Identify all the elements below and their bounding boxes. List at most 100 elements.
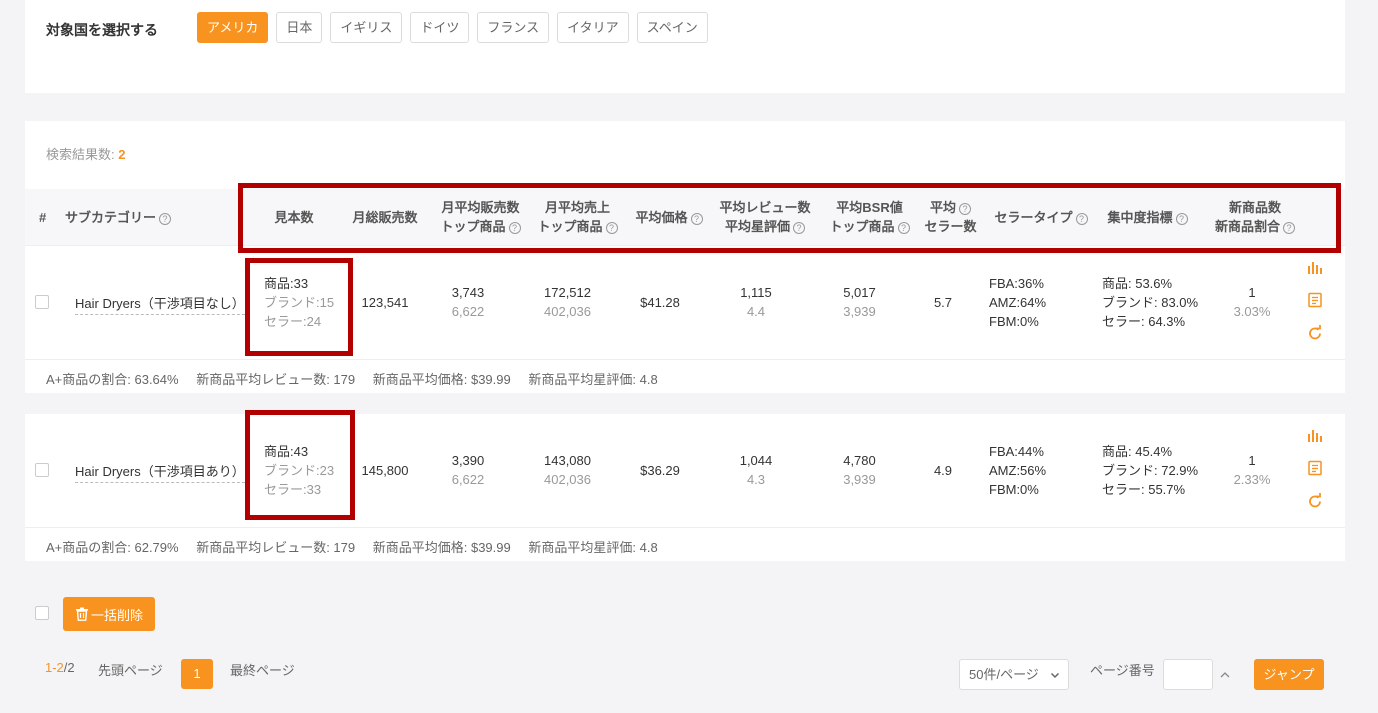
header-avg-revenue[interactable]: 月平均売上 トップ商品? — [530, 198, 625, 236]
header-avg-bsr-line2: トップ商品 — [829, 219, 895, 234]
new-products-count: 1 — [1248, 453, 1256, 468]
header-index: # — [39, 210, 47, 225]
chevron-down-icon — [1050, 672, 1060, 679]
monthly-sales-cell: 145,800 — [361, 463, 409, 478]
question-icon[interactable]: ? — [159, 212, 172, 225]
header-seller-type[interactable]: セラータイプ? — [988, 208, 1094, 227]
listings-brands: ブランド:23 — [264, 463, 335, 478]
header-avg-review-line1: 平均レビュー数 — [719, 200, 811, 215]
avg-revenue-value: 172,512 — [544, 285, 591, 300]
header-concentration-label: 集中度指標 — [1107, 210, 1173, 225]
concentration-products: 商品: 45.4% — [1102, 444, 1173, 459]
header-new-products[interactable]: 新商品数 新商品割合? — [1205, 198, 1305, 236]
header-concentration[interactable]: 集中度指標? — [1100, 208, 1195, 227]
table-header: # サブカテゴリー? 見本数 月総販売数 月平均販売数 トップ商品? 月平均売上… — [25, 189, 1345, 246]
page-info-total: /2 — [63, 660, 75, 675]
row-summary: A+商品の割合: 63.64% 新商品平均レビュー数: 179 新商品平均価格:… — [46, 369, 672, 388]
question-icon[interactable]: ? — [508, 221, 521, 234]
subcategory-link[interactable]: Hair Dryers（干渉項目なし） — [75, 293, 245, 315]
subcategory-link[interactable]: Hair Dryers（干渉項目あり） — [75, 461, 245, 483]
bar-chart-icon[interactable] — [1307, 259, 1323, 275]
listings-sellers: セラー:33 — [264, 482, 322, 497]
question-icon[interactable]: ? — [605, 221, 618, 234]
bulk-delete-button[interactable]: 一括削除 — [63, 597, 155, 631]
page-size-value: 50件/ページ — [969, 667, 1039, 682]
avg-sales-value: 3,390 — [451, 453, 485, 468]
avg-bsr-value: 5,017 — [843, 285, 876, 300]
row-divider — [25, 359, 1345, 360]
listings-cell: 商品:33 ブランド:15 セラー:24 — [264, 274, 344, 331]
question-icon[interactable]: ? — [1075, 212, 1088, 225]
new-products-cell: 1 3.03% — [1222, 283, 1282, 321]
new-products-cell: 1 2.33% — [1222, 451, 1282, 489]
header-subcategory-label: サブカテゴリー — [65, 210, 157, 225]
summary-aplus: A+商品の割合: 63.64% — [46, 372, 179, 387]
table-row: Hair Dryers（干渉項目なし） 商品:33 ブランド:15 セラー:24… — [25, 246, 1345, 359]
page-size-select[interactable]: 50件/ページ — [959, 659, 1069, 690]
jump-button[interactable]: ジャンプ — [1254, 659, 1324, 690]
refresh-icon[interactable] — [1307, 493, 1323, 509]
question-icon[interactable]: ? — [959, 202, 971, 215]
new-products-count: 1 — [1248, 285, 1256, 300]
first-page-link[interactable]: 先頭ページ — [98, 660, 163, 679]
summary-new-price: 新商品平均価格: $39.99 — [372, 372, 511, 387]
seller-type-fbm: FBM:0% — [989, 482, 1039, 497]
header-avg-sellers[interactable]: 平均? セラー数 — [918, 198, 983, 236]
header-listings[interactable]: 見本数 — [263, 208, 325, 227]
country-option-de[interactable]: ドイツ — [410, 12, 470, 43]
header-avg-sales-line2: トップ商品 — [440, 219, 506, 234]
question-icon[interactable]: ? — [897, 221, 910, 234]
document-icon[interactable] — [1307, 292, 1323, 308]
select-all-checkbox[interactable] — [35, 606, 49, 620]
page-number-label: ページ番号 — [1090, 663, 1155, 678]
question-icon[interactable]: ? — [1283, 221, 1295, 234]
avg-rating-value: 4.4 — [746, 304, 766, 319]
avg-revenue-cell: 172,512 402,036 — [530, 283, 605, 321]
concentration-sellers: セラー: 55.7% — [1102, 482, 1186, 497]
country-option-jp[interactable]: 日本 — [276, 12, 323, 43]
row-gap — [25, 393, 1345, 414]
avg-review-cell: 1,115 4.4 — [715, 283, 797, 321]
header-avg-review[interactable]: 平均レビュー数 平均星評価? — [715, 198, 815, 236]
summary-new-review: 新商品平均レビュー数: 179 — [196, 372, 356, 387]
country-option-uk[interactable]: イギリス — [330, 12, 403, 43]
header-avg-sales[interactable]: 月平均販売数 トップ商品? — [433, 198, 528, 236]
seller-type-fba: FBA:36% — [989, 276, 1044, 291]
country-option-us[interactable]: アメリカ — [197, 12, 269, 43]
document-icon[interactable] — [1307, 460, 1323, 476]
row-divider — [25, 527, 1345, 528]
avg-review-cell: 1,044 4.3 — [715, 451, 797, 489]
question-icon[interactable]: ? — [793, 221, 805, 234]
avg-sales-cell: 3,743 6,622 — [433, 283, 503, 321]
row-checkbox[interactable] — [35, 295, 49, 309]
result-count-label: 検索結果数: — [46, 147, 115, 162]
chevron-up-icon[interactable] — [1219, 669, 1231, 681]
country-option-es[interactable]: スペイン — [636, 12, 708, 43]
header-monthly-sales[interactable]: 月総販売数 — [348, 208, 422, 227]
header-new-products-line2: 新商品割合 — [1214, 219, 1280, 234]
concentration-products: 商品: 53.6% — [1102, 276, 1173, 291]
refresh-icon[interactable] — [1307, 325, 1323, 341]
header-avg-price[interactable]: 平均価格? — [628, 208, 710, 227]
avg-rating-value: 4.3 — [746, 472, 766, 487]
listings-products: 商品:33 — [264, 276, 309, 291]
question-icon[interactable]: ? — [690, 212, 703, 225]
avg-revenue-top: 402,036 — [544, 472, 591, 487]
bar-chart-icon[interactable] — [1307, 427, 1323, 443]
page-1-button[interactable]: 1 — [181, 659, 213, 689]
country-option-fr[interactable]: フランス — [477, 12, 550, 43]
country-selector-label: 対象国を選択する — [46, 22, 158, 38]
header-new-products-line1: 新商品数 — [1228, 200, 1281, 215]
concentration-cell: 商品: 53.6% ブランド: 83.0% セラー: 64.3% — [1102, 274, 1212, 331]
row-checkbox[interactable] — [35, 463, 49, 477]
header-avg-bsr[interactable]: 平均BSR値 トップ商品? — [822, 198, 917, 236]
result-count-value: 2 — [118, 147, 126, 162]
concentration-brands: ブランド: 72.9% — [1102, 463, 1199, 478]
avg-bsr-cell: 4,780 3,939 — [822, 451, 897, 489]
last-page-link[interactable]: 最終ページ — [230, 660, 295, 679]
page-number-input[interactable] — [1163, 659, 1213, 690]
country-option-it[interactable]: イタリア — [557, 12, 629, 43]
header-subcategory[interactable]: サブカテゴリー? — [65, 208, 172, 227]
question-icon[interactable]: ? — [1175, 212, 1188, 225]
avg-sales-top: 6,622 — [451, 304, 485, 319]
